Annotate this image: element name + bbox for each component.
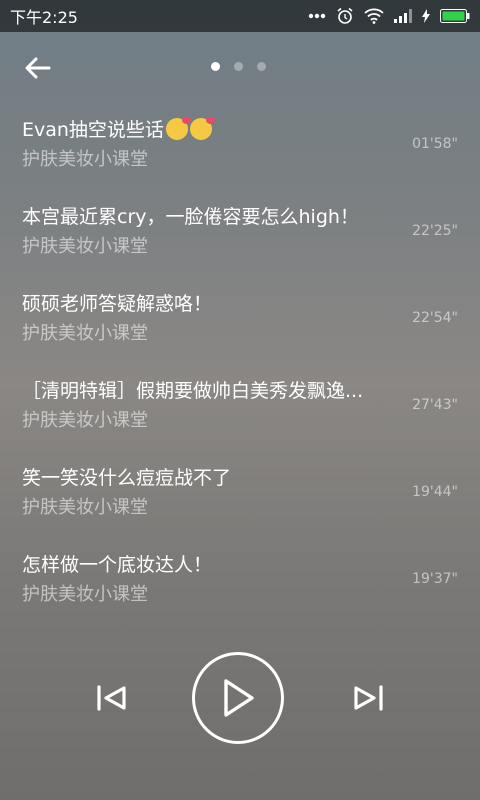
more-dots-icon bbox=[308, 13, 326, 19]
status-time: 下午2:25 bbox=[10, 8, 78, 27]
episode-duration: 22'25" bbox=[412, 223, 458, 239]
page-dot-3[interactable] bbox=[257, 62, 266, 71]
episode-title: Evan抽空说些话 bbox=[22, 118, 402, 142]
episode-item[interactable]: 硕硕老师答疑解惑咯！ 护肤美妆小课堂 22'54" bbox=[0, 282, 480, 369]
episode-item[interactable]: 笑一笑没什么痘痘战不了 护肤美妆小课堂 19'44" bbox=[0, 456, 480, 543]
status-bar: 下午2:25 bbox=[0, 0, 480, 32]
blush-emoji-icon bbox=[189, 118, 215, 140]
episode-title: 硕硕老师答疑解惑咯！ bbox=[22, 293, 213, 315]
episode-subtitle: 护肤美妆小课堂 bbox=[22, 149, 148, 170]
episode-item[interactable]: Evan抽空说些话 护肤美妆小课堂 01'58" bbox=[0, 108, 480, 195]
page-dot-1[interactable] bbox=[211, 62, 220, 71]
page-dot-2[interactable] bbox=[234, 62, 243, 71]
episode-title: 怎样做一个底妆达人！ bbox=[22, 554, 213, 576]
episode-title: 本宫最近累cry，一脸倦容要怎么high！ bbox=[22, 206, 359, 228]
episode-subtitle: 护肤美妆小课堂 bbox=[22, 497, 148, 518]
alarm-icon bbox=[337, 7, 353, 24]
episode-subtitle: 护肤美妆小课堂 bbox=[22, 323, 148, 344]
header bbox=[0, 50, 480, 86]
episode-duration: 01'58" bbox=[412, 136, 458, 152]
play-button[interactable] bbox=[192, 652, 284, 744]
episode-duration: 19'44" bbox=[412, 484, 458, 500]
status-icons bbox=[308, 7, 470, 25]
episode-duration: 22'54" bbox=[412, 310, 458, 326]
episode-title: 笑一笑没什么痘痘战不了 bbox=[22, 467, 232, 489]
play-icon bbox=[224, 679, 254, 717]
episode-list: Evan抽空说些话 护肤美妆小课堂 01'58" 本宫最近累cry，一脸倦容要怎… bbox=[0, 108, 480, 630]
next-button[interactable] bbox=[348, 680, 388, 716]
episode-duration: 27'43" bbox=[412, 397, 458, 413]
blush-emoji-icon bbox=[165, 118, 191, 140]
episode-subtitle: 护肤美妆小课堂 bbox=[22, 410, 148, 431]
episode-subtitle: 护肤美妆小课堂 bbox=[22, 236, 148, 257]
skip-previous-icon bbox=[97, 685, 126, 711]
skip-next-icon bbox=[354, 685, 383, 711]
episode-title: ［清明特辑］假期要做帅白美秀发飘逸... bbox=[22, 380, 364, 402]
battery-icon bbox=[440, 9, 470, 23]
wifi-icon bbox=[364, 8, 384, 24]
episode-item[interactable]: ［清明特辑］假期要做帅白美秀发飘逸... 护肤美妆小课堂 27'43" bbox=[0, 369, 480, 456]
episode-item[interactable]: 怎样做一个底妆达人！ 护肤美妆小课堂 19'37" bbox=[0, 543, 480, 630]
episode-duration: 19'37" bbox=[412, 571, 458, 587]
episode-subtitle: 护肤美妆小课堂 bbox=[22, 584, 148, 605]
previous-button[interactable] bbox=[92, 680, 132, 716]
page-indicator bbox=[211, 62, 266, 71]
player-controls bbox=[0, 650, 480, 746]
arrow-left-icon bbox=[25, 57, 51, 79]
back-button[interactable] bbox=[22, 52, 54, 84]
charging-icon bbox=[422, 9, 430, 23]
signal-icon bbox=[394, 9, 412, 23]
episode-item[interactable]: 本宫最近累cry，一脸倦容要怎么high！ 护肤美妆小课堂 22'25" bbox=[0, 195, 480, 282]
